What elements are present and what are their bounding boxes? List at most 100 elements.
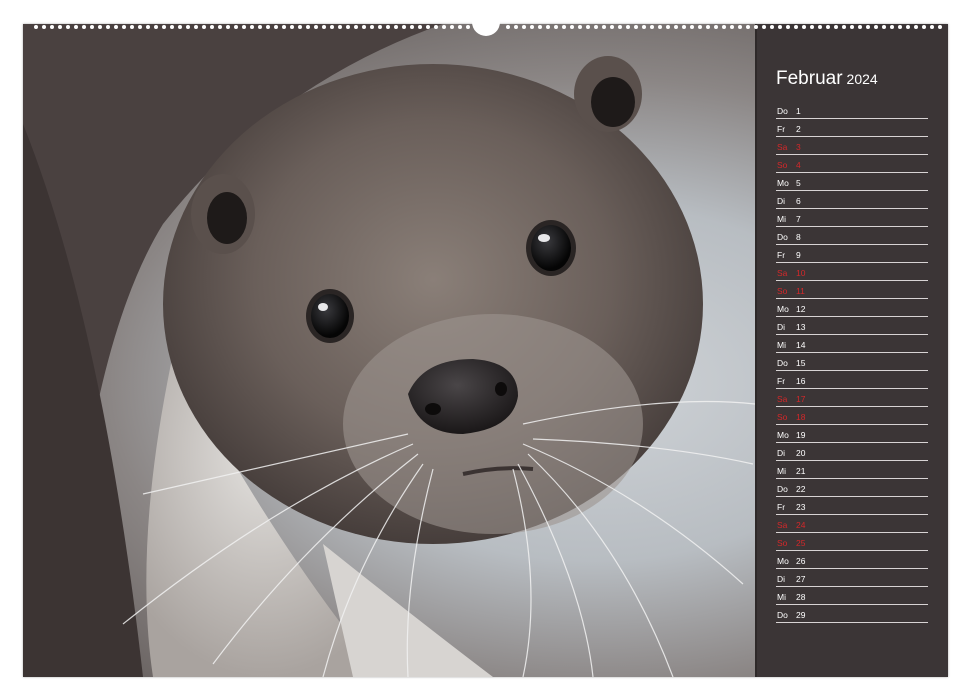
binding-ring bbox=[810, 25, 814, 29]
binding-ring bbox=[826, 25, 830, 29]
binding-ring bbox=[370, 25, 374, 29]
binding-ring bbox=[138, 25, 142, 29]
day-number: 29 bbox=[796, 610, 806, 620]
binding-ring bbox=[594, 25, 598, 29]
day-name: Do bbox=[777, 358, 788, 368]
binding-ring bbox=[418, 25, 422, 29]
day-row: Mo 5 bbox=[776, 173, 928, 191]
binding-ring bbox=[154, 25, 158, 29]
day-name: Mo bbox=[777, 556, 789, 566]
binding-ring bbox=[66, 25, 70, 29]
binding-ring bbox=[746, 25, 750, 29]
day-row: Fr 9 bbox=[776, 245, 928, 263]
day-row: So 25 bbox=[776, 533, 928, 551]
binding-ring bbox=[274, 25, 278, 29]
month-header: Februar 2024 bbox=[776, 68, 878, 90]
binding-ring bbox=[362, 25, 366, 29]
day-name: Fr bbox=[777, 376, 786, 386]
day-name: Di bbox=[777, 322, 786, 332]
day-number: 5 bbox=[796, 178, 801, 188]
day-number: 3 bbox=[796, 142, 801, 152]
day-row: Di 20 bbox=[776, 443, 928, 461]
binding-ring bbox=[194, 25, 198, 29]
day-row: So 18 bbox=[776, 407, 928, 425]
binding-ring bbox=[514, 25, 518, 29]
binding-ring bbox=[618, 25, 622, 29]
day-name: Sa bbox=[777, 520, 788, 530]
binding-ring bbox=[442, 25, 446, 29]
day-row: Sa 3 bbox=[776, 137, 928, 155]
binding-ring bbox=[458, 25, 462, 29]
binding-ring bbox=[394, 25, 398, 29]
binding-ring bbox=[434, 25, 438, 29]
binding-ring bbox=[402, 25, 406, 29]
binding-ring bbox=[378, 25, 382, 29]
day-name: Do bbox=[777, 484, 788, 494]
day-number: 27 bbox=[796, 574, 806, 584]
binding-ring bbox=[522, 25, 526, 29]
binding-ring bbox=[634, 25, 638, 29]
otter-illustration bbox=[23, 24, 755, 677]
binding-ring bbox=[330, 25, 334, 29]
day-name: Fr bbox=[777, 502, 786, 512]
binding-ring bbox=[754, 25, 758, 29]
day-row: Di 13 bbox=[776, 317, 928, 335]
day-name: Di bbox=[777, 196, 786, 206]
binding-ring bbox=[562, 25, 566, 29]
day-row: Sa 17 bbox=[776, 389, 928, 407]
day-name: Mo bbox=[777, 178, 789, 188]
day-number: 25 bbox=[796, 538, 806, 548]
binding-ring bbox=[690, 25, 694, 29]
calendar-sidebar: Februar 2024 Do 1 Fr 2 Sa 3 So 4 Mo 5 Di 6 Mi 7 Do 8 Fr 9 S… bbox=[757, 24, 948, 677]
day-number: 2 bbox=[796, 124, 801, 134]
binding-ring bbox=[450, 25, 454, 29]
binding-ring bbox=[386, 25, 390, 29]
day-number: 16 bbox=[796, 376, 806, 386]
binding-ring bbox=[146, 25, 150, 29]
binding-ring bbox=[306, 25, 310, 29]
day-name: Mo bbox=[777, 304, 789, 314]
binding-ring bbox=[42, 25, 46, 29]
binding-ring bbox=[242, 25, 246, 29]
day-number: 13 bbox=[796, 322, 806, 332]
day-name: Fr bbox=[777, 250, 786, 260]
day-name: So bbox=[777, 160, 788, 170]
day-row: Mi 14 bbox=[776, 335, 928, 353]
binding-ring bbox=[586, 25, 590, 29]
day-row: Do 8 bbox=[776, 227, 928, 245]
binding-ring bbox=[234, 25, 238, 29]
day-number: 1 bbox=[796, 106, 801, 116]
day-name: Di bbox=[777, 448, 786, 458]
binding-ring bbox=[106, 25, 110, 29]
day-row: Mi 28 bbox=[776, 587, 928, 605]
binding-ring bbox=[338, 25, 342, 29]
binding-ring bbox=[82, 25, 86, 29]
binding-ring bbox=[602, 25, 606, 29]
binding-ring bbox=[578, 25, 582, 29]
binding-ring bbox=[130, 25, 134, 29]
binding-ring bbox=[882, 25, 886, 29]
binding-ring bbox=[650, 25, 654, 29]
binding-ring bbox=[890, 25, 894, 29]
binding-ring bbox=[698, 25, 702, 29]
binding-ring bbox=[850, 25, 854, 29]
binding-ring bbox=[674, 25, 678, 29]
binding-ring bbox=[266, 25, 270, 29]
day-name: Do bbox=[777, 232, 788, 242]
binding-ring bbox=[922, 25, 926, 29]
binding-ring bbox=[298, 25, 302, 29]
binding-ring bbox=[658, 25, 662, 29]
binding-ring bbox=[58, 25, 62, 29]
day-row: Sa 24 bbox=[776, 515, 928, 533]
binding-ring bbox=[938, 25, 942, 29]
binding-ring bbox=[866, 25, 870, 29]
binding-ring bbox=[706, 25, 710, 29]
binding-ring bbox=[898, 25, 902, 29]
day-row: Di 6 bbox=[776, 191, 928, 209]
binding-ring bbox=[122, 25, 126, 29]
binding-ring bbox=[186, 25, 190, 29]
binding-ring bbox=[858, 25, 862, 29]
day-row: Do 29 bbox=[776, 605, 928, 623]
binding-ring bbox=[162, 25, 166, 29]
day-number: 28 bbox=[796, 592, 806, 602]
